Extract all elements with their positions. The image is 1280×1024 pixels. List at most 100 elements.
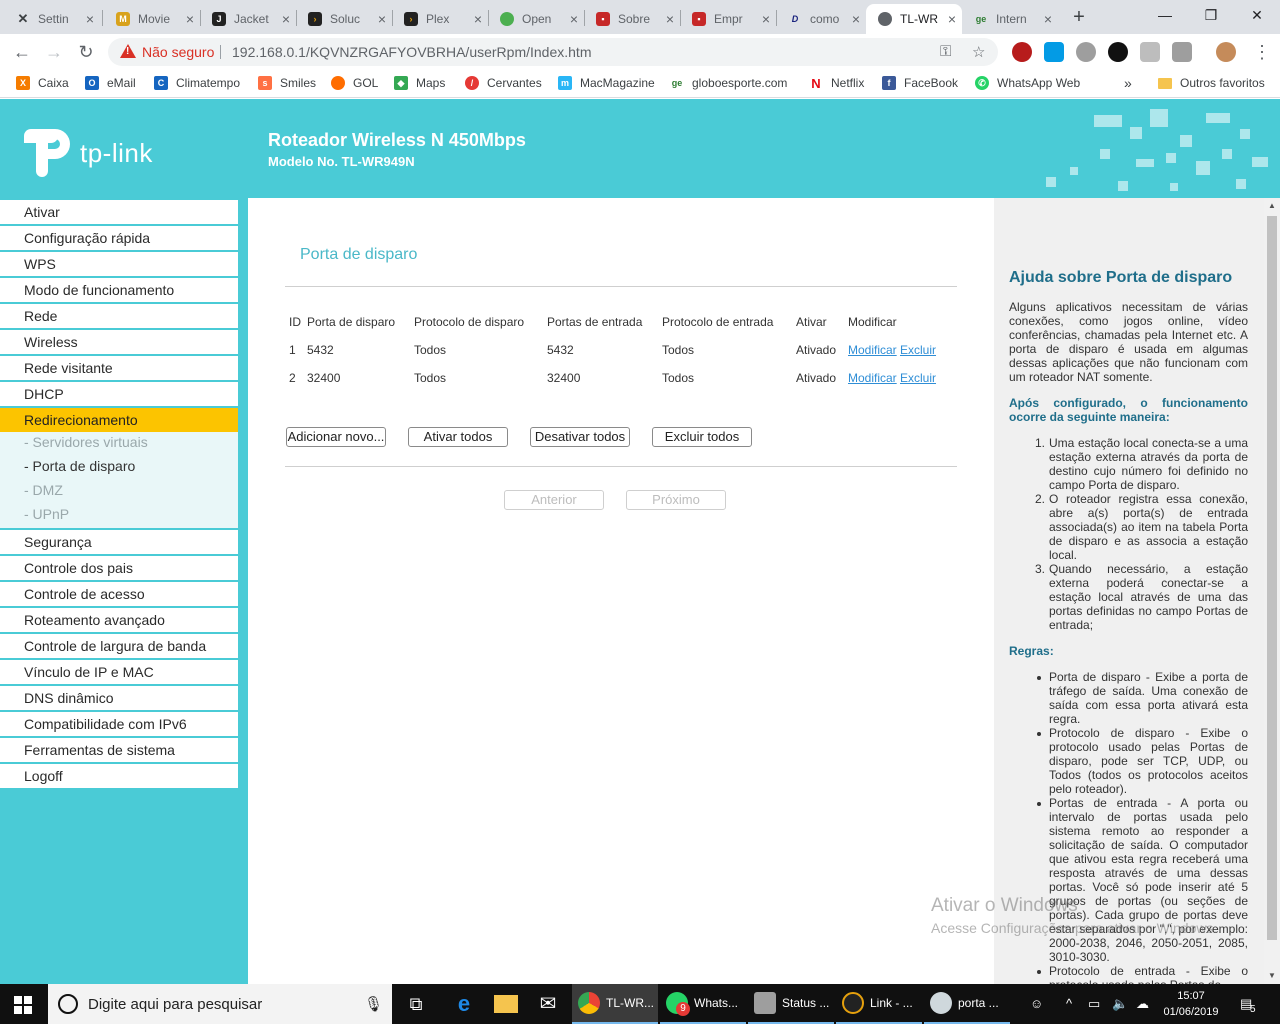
show-hidden-icons-icon[interactable]: ^ [1066, 996, 1072, 1011]
close-icon[interactable]: × [762, 11, 770, 27]
extension-icon[interactable] [1076, 42, 1096, 62]
new-tab-button[interactable]: + [1066, 5, 1092, 29]
minimize-icon[interactable]: — [1142, 0, 1188, 30]
windows-start-icon[interactable] [14, 996, 32, 1014]
star-icon[interactable]: ☆ [972, 43, 985, 61]
shield-icon[interactable] [1108, 42, 1128, 62]
submenu-item-servidores-virtuais[interactable]: - Servidores virtuais [24, 434, 148, 450]
store-icon[interactable]: ✉ [536, 992, 560, 1016]
extension-icon[interactable] [1012, 42, 1032, 62]
scrollbar-thumb[interactable] [1267, 216, 1277, 940]
submenu-item-dmz[interactable]: - DMZ [24, 482, 63, 498]
volume-icon[interactable]: 🔈 [1112, 996, 1128, 1012]
task-view-icon[interactable]: ⧉ [404, 992, 428, 1016]
edge-icon[interactable]: e [452, 992, 476, 1016]
sidebar-item-controle-largura-banda[interactable]: Controle de largura de banda [0, 634, 238, 658]
sidebar-item-ativar[interactable]: Ativar [0, 200, 238, 224]
bookmark-netflix[interactable]: N Netflix [809, 76, 864, 91]
restore-icon[interactable]: ❐ [1188, 0, 1234, 30]
close-icon[interactable]: × [852, 11, 860, 27]
sidebar-item-logoff[interactable]: Logoff [0, 764, 238, 788]
taskbar-app-status[interactable]: Status ... [748, 984, 834, 1024]
scroll-down-icon[interactable]: ▼ [1264, 968, 1280, 984]
sidebar-item-ferramentas-sistema[interactable]: Ferramentas de sistema [0, 738, 238, 762]
taskbar-app-whatsapp[interactable]: 9 Whats... [660, 984, 746, 1024]
onedrive-icon[interactable]: ☁ [1136, 996, 1149, 1012]
delete-all-button[interactable]: Excluir todos [652, 427, 752, 447]
url-text[interactable]: 192.168.0.1/KQVNZRGAFYOVBRHA/userRpm/Ind… [232, 44, 591, 60]
bookmark-email[interactable]: OeMail [85, 76, 136, 90]
sidebar-item-seguranca[interactable]: Segurança [0, 530, 238, 554]
close-icon[interactable]: × [570, 11, 578, 27]
sidebar-item-modo-funcionamento[interactable]: Modo de funcionamento [0, 278, 238, 302]
tab-tl-wr[interactable]: TL-WR × [866, 4, 962, 34]
sidebar-item-dhcp[interactable]: DHCP [0, 382, 238, 406]
bookmark-whatsapp[interactable]: ✆ WhatsApp Web [975, 76, 1080, 90]
sidebar-item-configuracao-rapida[interactable]: Configuração rápida [0, 226, 238, 250]
bookmark-other-favorites[interactable]: Outros favoritos [1158, 76, 1265, 90]
close-icon[interactable]: × [86, 11, 94, 27]
file-explorer-icon[interactable] [494, 995, 518, 1013]
tab-internet[interactable]: ge Intern × [962, 4, 1058, 34]
network-icon[interactable]: ▭ [1088, 996, 1100, 1012]
close-icon[interactable]: × [1044, 11, 1052, 27]
modify-link[interactable]: Modificar [848, 343, 897, 357]
close-icon[interactable]: × [282, 11, 290, 27]
tab-jacket[interactable]: J Jacket × [200, 4, 296, 34]
close-icon[interactable]: × [474, 11, 482, 27]
sidebar-item-roteamento-avancado[interactable]: Roteamento avançado [0, 608, 238, 632]
avatar[interactable] [1216, 42, 1236, 62]
sidebar-item-vinculo-ip-mac[interactable]: Vínculo de IP e MAC [0, 660, 238, 684]
help-scrollbar[interactable]: ▲ ▼ [1264, 198, 1280, 984]
bookmark-maps[interactable]: ◆ Maps [394, 76, 445, 90]
delete-link[interactable]: Excluir [900, 371, 936, 385]
sidebar-item-controle-acesso[interactable]: Controle de acesso [0, 582, 238, 606]
close-icon[interactable]: × [948, 11, 956, 27]
address-bar[interactable]: ! Não seguro 192.168.0.1/KQVNZRGAFYOVBRH… [108, 38, 998, 66]
back-icon[interactable]: ← [10, 40, 34, 64]
sidebar-item-rede[interactable]: Rede [0, 304, 238, 328]
submenu-item-porta-de-disparo[interactable]: - Porta de disparo [24, 458, 135, 474]
bookmark-smiles[interactable]: s Smiles [258, 76, 316, 90]
extension-icon[interactable] [1044, 42, 1064, 62]
sidebar-item-rede-visitante[interactable]: Rede visitante [0, 356, 238, 380]
tab-settings[interactable]: ✕ Settin × [4, 4, 100, 34]
close-window-icon[interactable]: ✕ [1234, 0, 1280, 30]
more-bookmarks-icon[interactable]: » [1124, 75, 1132, 91]
taskbar-clock[interactable]: 15:07 01/06/2019 [1156, 988, 1226, 1020]
scroll-up-icon[interactable]: ▲ [1264, 198, 1280, 214]
enable-all-button[interactable]: Ativar todos [408, 427, 508, 447]
bookmark-cervantes[interactable]: / Cervantes [465, 76, 542, 90]
microphone-icon[interactable]: 🎙 [364, 995, 383, 1013]
taskbar-app-link[interactable]: Link - ... [836, 984, 922, 1024]
bookmark-climatempo[interactable]: C Climatempo [154, 76, 240, 90]
close-icon[interactable]: × [666, 11, 674, 27]
people-icon[interactable]: ☺ [1030, 996, 1043, 1011]
bookmark-globoesporte[interactable]: ge globoesporte.com [670, 76, 788, 90]
add-new-button[interactable]: Adicionar novo... [286, 427, 386, 447]
close-icon[interactable]: × [378, 11, 386, 27]
not-secure-label[interactable]: Não seguro [142, 44, 214, 60]
taskbar-search-box[interactable]: Digite aqui para pesquisar 🎙 [48, 984, 392, 1024]
tab-como[interactable]: D como × [776, 4, 866, 34]
menu-dots-icon[interactable]: ⋮ [1250, 40, 1274, 64]
sidebar-item-wireless[interactable]: Wireless [0, 330, 238, 354]
tab-plex[interactable]: › Plex × [392, 4, 488, 34]
tab-solucao[interactable]: › Soluc × [296, 4, 392, 34]
sidebar-item-compatibilidade-ipv6[interactable]: Compatibilidade com IPv6 [0, 712, 238, 736]
tab-movie[interactable]: M Movie × [104, 4, 200, 34]
taskbar-app-paint[interactable]: porta ... [924, 984, 1010, 1024]
bookmark-gol[interactable]: GOL [331, 76, 378, 90]
reload-icon[interactable]: ↻ [74, 40, 98, 64]
close-icon[interactable]: × [186, 11, 194, 27]
disable-all-button[interactable]: Desativar todos [530, 427, 630, 447]
submenu-item-upnp[interactable]: - UPnP [24, 506, 69, 522]
sidebar-item-redirecionamento[interactable]: Redirecionamento [0, 408, 238, 432]
previous-button[interactable]: Anterior [504, 490, 604, 510]
bookmark-facebook[interactable]: f FaceBook [882, 76, 958, 90]
cast-icon[interactable] [1140, 42, 1160, 62]
tab-open[interactable]: Open × [488, 4, 584, 34]
modify-link[interactable]: Modificar [848, 371, 897, 385]
sidebar-item-controle-pais[interactable]: Controle dos pais [0, 556, 238, 580]
delete-link[interactable]: Excluir [900, 343, 936, 357]
